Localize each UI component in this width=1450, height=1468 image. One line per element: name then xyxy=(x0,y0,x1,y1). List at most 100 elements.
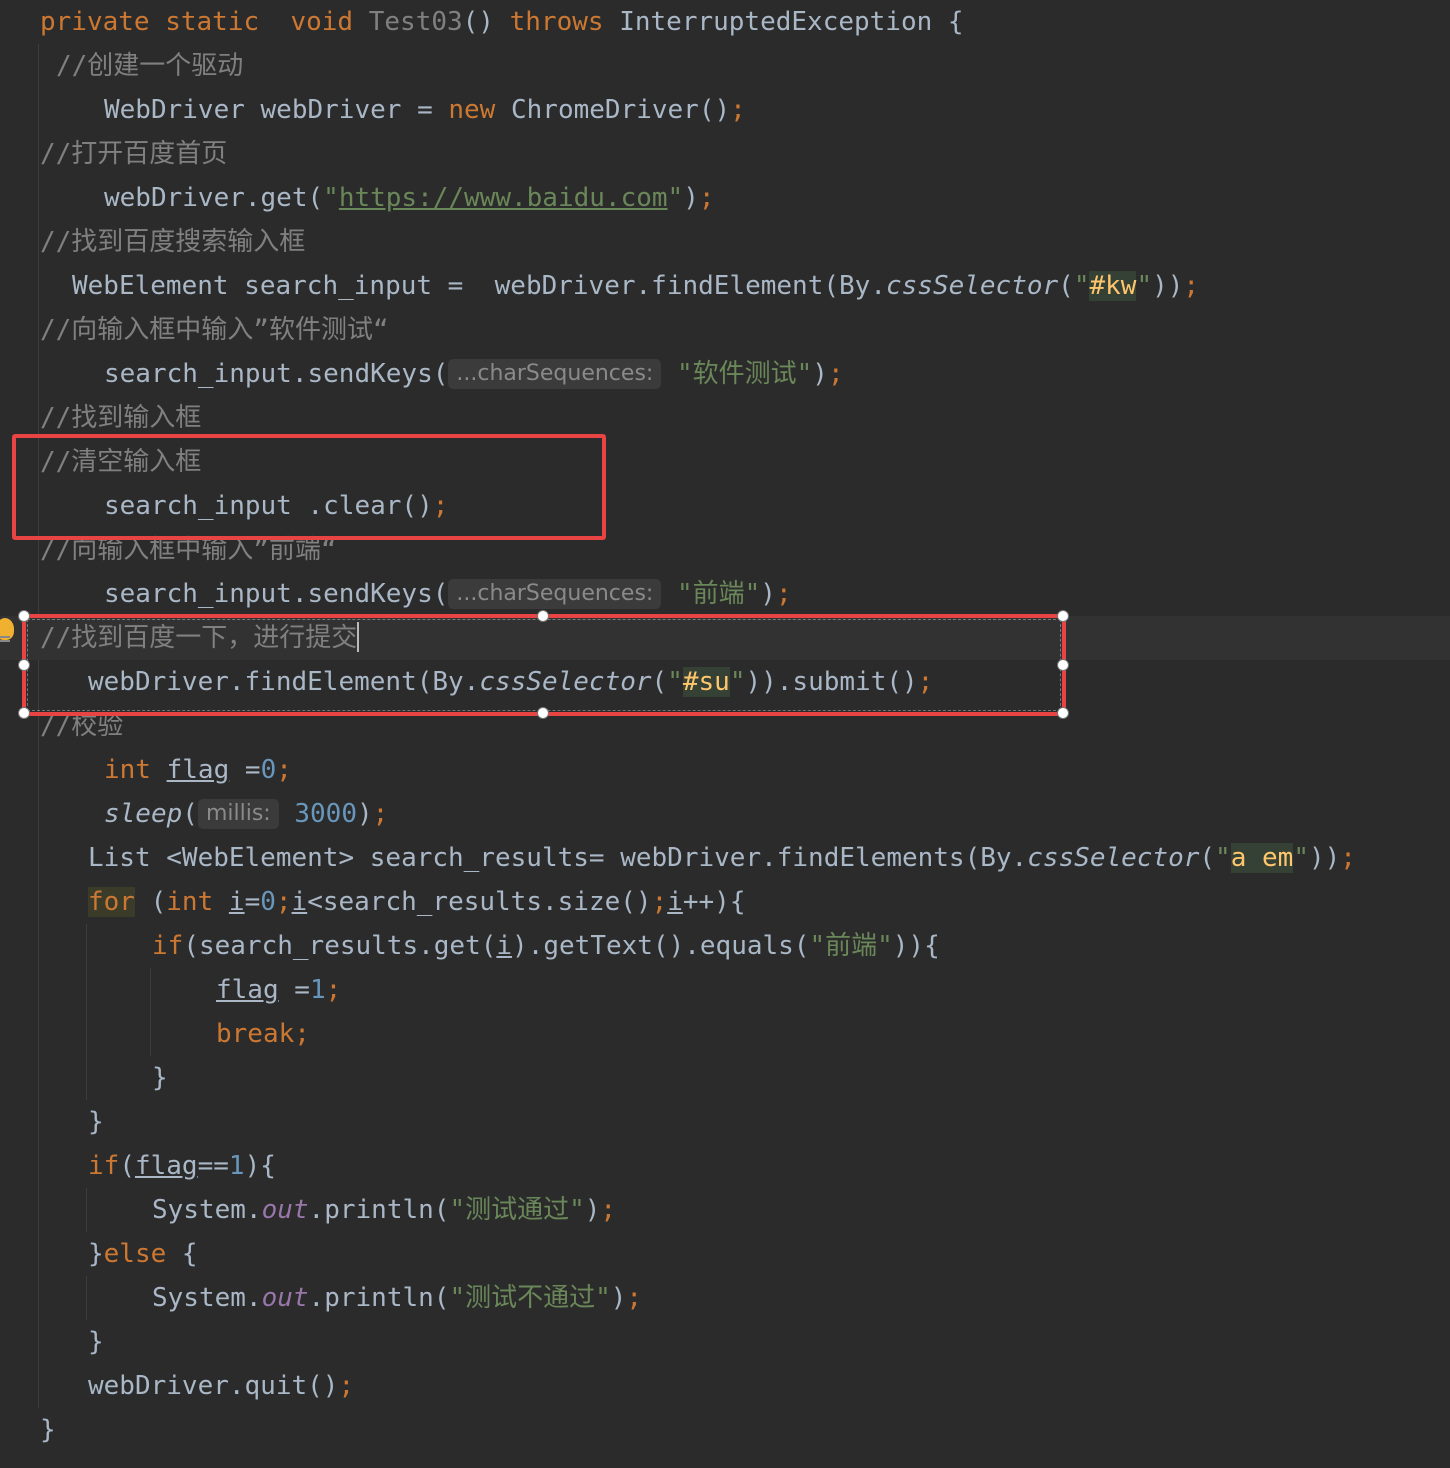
code-token: search_input.sendKeys( xyxy=(104,359,449,389)
resize-handle[interactable] xyxy=(18,610,30,622)
code-line-29[interactable]: }else { xyxy=(88,1232,198,1276)
menu-icon[interactable] xyxy=(0,636,10,638)
resize-handle[interactable] xyxy=(18,707,30,719)
code-token: int xyxy=(104,755,151,785)
code-line-4[interactable]: //打开百度首页 xyxy=(40,132,227,176)
code-line-3[interactable]: WebDriver webDriver = new ChromeDriver()… xyxy=(104,88,746,132)
code-token: ; xyxy=(651,887,668,917)
code-line-31[interactable]: } xyxy=(88,1320,104,1364)
code-token: () xyxy=(462,7,510,37)
code-token: ).getText().equals( xyxy=(512,931,810,961)
code-line-19[interactable]: sleep(millis: 3000); xyxy=(104,792,388,836)
code-token: <search_results.size() xyxy=(307,887,652,917)
code-token: ++){ xyxy=(682,887,746,917)
code-token: ; xyxy=(1183,271,1200,301)
code-line-9[interactable]: search_input.sendKeys(...charSequences: … xyxy=(104,352,844,396)
code-token: if xyxy=(152,931,184,961)
code-token: ; xyxy=(275,887,292,917)
code-token: } xyxy=(88,1327,104,1357)
resize-handle[interactable] xyxy=(537,610,549,622)
code-token: ){ xyxy=(244,1151,276,1181)
selector-highlight: a em xyxy=(1230,843,1294,873)
code-line-6[interactable]: //找到百度搜索输入框 xyxy=(40,220,305,264)
code-token: ) xyxy=(683,183,699,213)
code-line-22[interactable]: if(search_results.get(i).getText().equal… xyxy=(152,924,940,968)
code-line-18[interactable]: int flag =0; xyxy=(104,748,292,792)
code-token: if xyxy=(88,1151,120,1181)
code-line-30[interactable]: System.out.println("测试不通过"); xyxy=(152,1276,642,1320)
code-token: = xyxy=(229,755,261,785)
code-token: System. xyxy=(152,1283,262,1313)
code-comment: //创建一个驱动 xyxy=(56,51,244,81)
code-line-21[interactable]: for (int i=0;i<search_results.size();i++… xyxy=(88,880,746,924)
code-token: flag xyxy=(216,975,279,1005)
code-token: )){ xyxy=(892,931,940,961)
code-token: System. xyxy=(152,1195,262,1225)
code-line-2[interactable]: //创建一个驱动 xyxy=(56,44,243,88)
code-token: = xyxy=(278,975,310,1005)
parameter-hint: ...charSequences: xyxy=(448,579,662,609)
code-line-27[interactable]: if(flag==1){ xyxy=(88,1144,276,1188)
url-link[interactable]: https://www.baidu.com xyxy=(339,183,668,213)
code-token: " xyxy=(1136,271,1153,301)
resize-handle[interactable] xyxy=(18,659,30,671)
code-token: ; xyxy=(372,799,389,829)
code-token: ( xyxy=(134,887,167,917)
code-token: ; xyxy=(827,359,844,389)
selector-highlight: #kw xyxy=(1089,271,1137,301)
code-comment: //打开百度首页 xyxy=(40,139,228,169)
code-line-32[interactable]: webDriver.quit(); xyxy=(88,1364,354,1408)
code-line-28[interactable]: System.out.println("测试通过"); xyxy=(152,1188,616,1232)
code-line-33[interactable]: } xyxy=(40,1408,56,1452)
code-token: = xyxy=(244,887,261,917)
parameter-hint: millis: xyxy=(197,799,279,829)
code-token: ; xyxy=(294,1019,310,1049)
code-token: " xyxy=(323,183,339,213)
code-token: ; xyxy=(600,1195,617,1225)
code-token: " xyxy=(1293,843,1309,873)
indent-guide xyxy=(86,1276,87,1320)
code-token: } xyxy=(152,1063,168,1093)
code-line-23[interactable]: flag =1; xyxy=(216,968,341,1012)
code-line-7[interactable]: WebElement search_input = webDriver.find… xyxy=(72,264,1199,308)
resize-handle[interactable] xyxy=(1057,610,1069,622)
code-token: (search_results.get( xyxy=(183,931,497,961)
code-token: 1 xyxy=(228,1151,245,1181)
resize-handle[interactable] xyxy=(537,707,549,719)
code-token: 3000 xyxy=(294,799,357,829)
code-token: .println( xyxy=(308,1195,450,1225)
code-line-24[interactable]: break; xyxy=(216,1012,310,1056)
resize-handle[interactable] xyxy=(1057,707,1069,719)
code-token: List <WebElement> search_results= webDri… xyxy=(88,843,1028,873)
code-token: 0 xyxy=(260,755,277,785)
code-token: webDriver.quit() xyxy=(88,1371,339,1401)
code-token: flag xyxy=(134,1151,198,1181)
annotation-box-submit[interactable] xyxy=(22,614,1066,716)
code-line-8[interactable]: //向输入框中输入”软件测试“ xyxy=(40,308,389,352)
code-token: search_input.sendKeys( xyxy=(104,579,449,609)
code-token: ( xyxy=(1058,271,1074,301)
resize-handle[interactable] xyxy=(1057,659,1069,671)
indent-guide xyxy=(86,924,87,1100)
code-token: .println( xyxy=(308,1283,450,1313)
code-token: InterruptedException { xyxy=(603,7,964,37)
code-line-14[interactable]: search_input.sendKeys(...charSequences: … xyxy=(104,572,792,616)
indent-guide xyxy=(150,968,151,1056)
code-token: ; xyxy=(730,95,746,125)
code-line-1[interactable]: private static void Test03() throws Inte… xyxy=(40,0,964,44)
code-token: break xyxy=(216,1019,295,1049)
code-token: " xyxy=(1215,843,1231,873)
code-line-25[interactable]: } xyxy=(152,1056,168,1100)
code-token: )) xyxy=(1308,843,1341,873)
code-token: i xyxy=(291,887,308,917)
code-token: 1 xyxy=(309,975,326,1005)
code-line-5[interactable]: webDriver.get("https://www.baidu.com"); xyxy=(104,176,715,220)
code-token: webDriver.get( xyxy=(104,183,324,213)
code-token: ; xyxy=(325,975,342,1005)
code-token: cssSelector xyxy=(1027,843,1200,873)
code-line-26[interactable]: } xyxy=(88,1100,104,1144)
code-token: ( xyxy=(119,1151,135,1181)
code-line-20[interactable]: List <WebElement> search_results= webDri… xyxy=(88,836,1356,880)
